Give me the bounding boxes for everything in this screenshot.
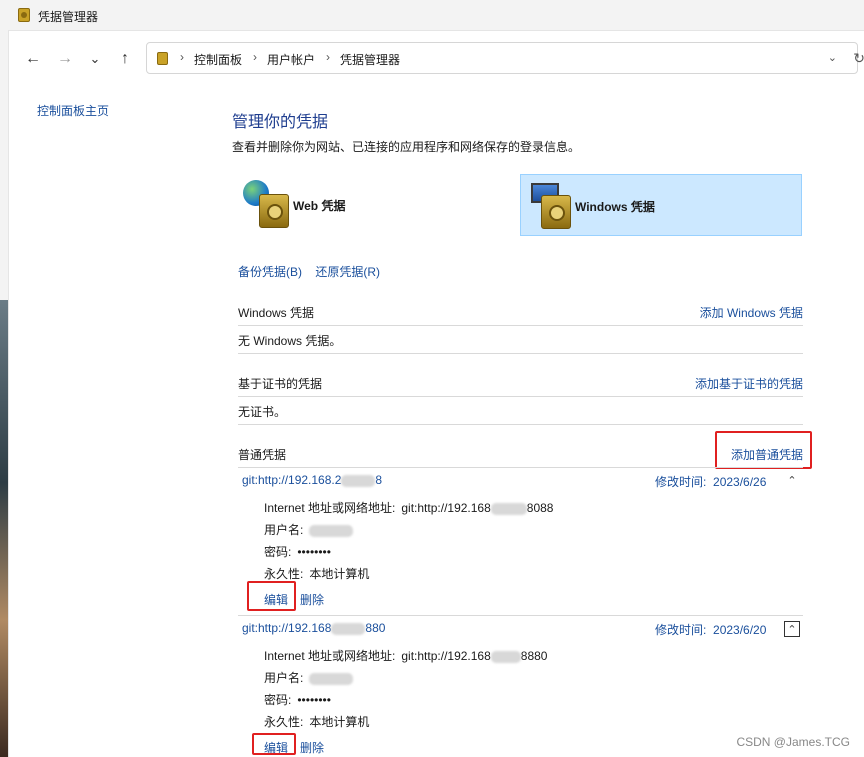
- collapse-chevron-icon[interactable]: ⌃: [784, 621, 800, 637]
- vault-icon: [259, 194, 289, 228]
- breadcrumb-credential-manager[interactable]: 凭据管理器: [340, 51, 400, 68]
- breadcrumb-control-panel[interactable]: 控制面板: [194, 51, 242, 68]
- back-arrow-icon[interactable]: ←: [21, 49, 45, 69]
- navigation-bar: ← → ⌄ ↑ › 控制面板 › 用户帐户 › 凭据管理器 ⌄ ↻: [8, 30, 864, 87]
- divider: [238, 353, 803, 354]
- page-description: 查看并删除你为网站、已连接的应用程序和网络保存的登录信息。: [232, 140, 581, 154]
- recent-locations-icon[interactable]: ⌄: [83, 49, 107, 69]
- content-area: 控制面板主页 管理你的凭据 查看并删除你为网站、已连接的应用程序和网络保存的登录…: [8, 86, 864, 757]
- backup-credentials-link[interactable]: 备份凭据(B): [238, 265, 302, 279]
- add-windows-credential-link[interactable]: 添加 Windows 凭据: [700, 304, 803, 321]
- redacted-text: [331, 622, 366, 635]
- credential-username-row: 用户名:: [264, 669, 354, 686]
- breadcrumb-separator-icon[interactable]: ›: [180, 50, 184, 64]
- divider: [238, 396, 803, 397]
- delete-credential-link[interactable]: 删除: [300, 591, 324, 608]
- restore-credentials-link[interactable]: 还原凭据(R): [315, 265, 380, 279]
- highlight-box: [252, 733, 296, 755]
- divider: [238, 615, 803, 616]
- credential-modified-date: 修改时间: 2023/6/20: [655, 623, 767, 637]
- divider: [238, 424, 803, 425]
- watermark: CSDN @James.TCG: [736, 735, 850, 749]
- tab-web-credentials-label: Web 凭据: [293, 199, 346, 213]
- windows-credentials-empty: 无 Windows 凭据。: [238, 334, 342, 348]
- title-bar: 凭据管理器: [0, 0, 864, 30]
- redacted-text: [309, 672, 354, 685]
- credential-address-row: Internet 地址或网络地址: git:http://192.168 8088: [264, 501, 554, 515]
- credential-manager-icon: [157, 52, 168, 65]
- generic-credentials-title: 普通凭据: [238, 448, 287, 462]
- delete-credential-link[interactable]: 删除: [300, 739, 324, 756]
- windows-credentials-title: Windows 凭据: [238, 306, 315, 320]
- tab-web-credentials[interactable]: Web 凭据: [239, 174, 499, 236]
- redacted-text: [490, 502, 527, 515]
- page-title: 管理你的凭据: [232, 114, 329, 131]
- credential-password-row: 密码: ••••••••: [264, 545, 331, 559]
- breadcrumb-separator-icon[interactable]: ›: [326, 50, 330, 64]
- redacted-text: [309, 524, 354, 537]
- refresh-icon[interactable]: ↻: [853, 50, 864, 67]
- credential-persistence-row: 永久性: 本地计算机: [264, 715, 370, 729]
- window-title: 凭据管理器: [38, 10, 99, 24]
- credential-username-row: 用户名:: [264, 521, 354, 538]
- vault-icon: [541, 195, 571, 229]
- forward-arrow-icon[interactable]: →: [53, 49, 77, 69]
- desktop-background: [0, 300, 8, 757]
- credential-password-row: 密码: ••••••••: [264, 693, 331, 707]
- collapse-chevron-icon[interactable]: ⌃: [784, 473, 800, 489]
- credential-item-name[interactable]: git:http://192.168.2 8: [242, 473, 382, 487]
- divider: [238, 325, 803, 326]
- control-panel-home-link[interactable]: 控制面板主页: [37, 102, 109, 119]
- add-cert-credential-link[interactable]: 添加基于证书的凭据: [695, 375, 803, 392]
- up-arrow-icon[interactable]: ↑: [113, 49, 137, 69]
- credential-modified-date: 修改时间: 2023/6/26: [655, 475, 767, 489]
- redacted-text: [490, 650, 521, 663]
- tab-windows-credentials[interactable]: Windows 凭据: [520, 174, 802, 236]
- backup-restore-links: 备份凭据(B) 还原凭据(R): [238, 263, 390, 280]
- cert-credentials-empty: 无证书。: [238, 405, 287, 419]
- cert-credentials-title: 基于证书的凭据: [238, 377, 323, 391]
- divider: [238, 467, 803, 468]
- breadcrumb-user-accounts[interactable]: 用户帐户: [267, 51, 315, 68]
- credential-address-row: Internet 地址或网络地址: git:http://192.168 8880: [264, 649, 548, 663]
- redacted-text: [341, 474, 376, 487]
- credential-persistence-row: 永久性: 本地计算机: [264, 567, 370, 581]
- breadcrumb-separator-icon[interactable]: ›: [253, 50, 257, 64]
- address-bar[interactable]: › 控制面板 › 用户帐户 › 凭据管理器 ⌄ ↻: [146, 42, 864, 74]
- credential-item-name[interactable]: git:http://192.168 880: [242, 621, 385, 635]
- address-dropdown-icon[interactable]: ⌄: [828, 51, 837, 64]
- highlight-box: [247, 581, 296, 611]
- tab-windows-credentials-label: Windows 凭据: [575, 200, 655, 214]
- credential-manager-icon: [18, 8, 30, 22]
- highlight-box: [715, 431, 812, 469]
